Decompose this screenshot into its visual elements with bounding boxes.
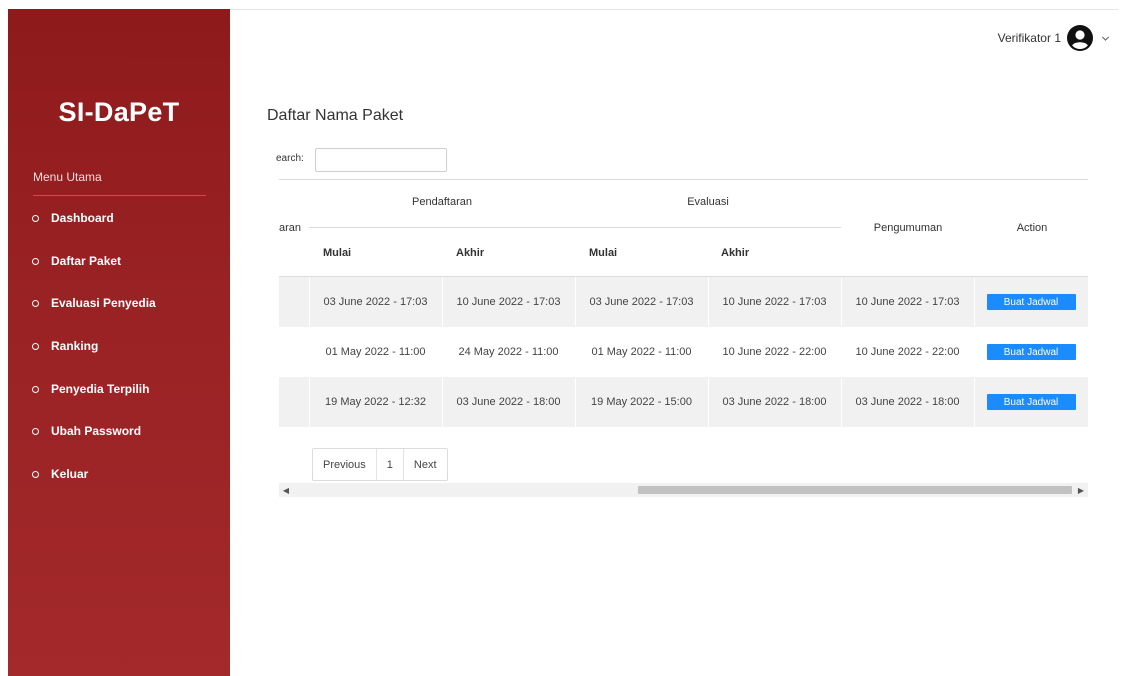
- topbar-border: [230, 9, 1118, 10]
- cell-pendaftaran-akhir: 24 May 2022 - 11:00: [458, 346, 559, 358]
- column-divider: [841, 277, 842, 327]
- circle-bullet-icon: [32, 257, 39, 265]
- cell-evaluasi-akhir: 10 June 2022 - 22:00: [722, 346, 827, 358]
- cell-pengumuman: 10 June 2022 - 17:03: [855, 296, 960, 308]
- column-header-pendaftaran-mulai[interactable]: Mulai: [323, 247, 351, 259]
- column-header-pendaftaran-akhir[interactable]: Akhir: [456, 247, 484, 259]
- user-circle-icon: [1067, 25, 1093, 51]
- table-row: 01 May 2022 - 11:00 24 May 2022 - 11:00 …: [279, 327, 1088, 377]
- column-divider: [575, 377, 576, 427]
- search-label: earch:: [276, 153, 304, 164]
- circle-bullet-icon: [32, 299, 39, 307]
- circle-bullet-icon: [32, 214, 39, 222]
- user-menu[interactable]: Verifikator 1: [998, 24, 1110, 52]
- sidebar-item-label: Dashboard: [51, 211, 114, 225]
- scroll-left-icon[interactable]: ◀: [279, 483, 293, 497]
- next-page-button[interactable]: Next: [402, 449, 447, 480]
- circle-bullet-icon: [32, 427, 39, 435]
- cell-evaluasi-akhir: 03 June 2022 - 18:00: [722, 396, 827, 408]
- column-divider: [841, 377, 842, 427]
- table-top-border: [279, 179, 1088, 180]
- page-title: Daftar Nama Paket: [267, 107, 404, 124]
- table-row: 03 June 2022 - 17:03 10 June 2022 - 17:0…: [279, 277, 1088, 327]
- column-divider: [974, 277, 975, 327]
- column-divider: [974, 377, 975, 427]
- column-divider: [442, 277, 443, 327]
- scroll-right-icon[interactable]: ▶: [1074, 483, 1088, 497]
- cell-action: Buat Jadwal: [974, 377, 1088, 427]
- cell-pengumuman: 03 June 2022 - 18:00: [855, 396, 960, 408]
- column-divider: [575, 277, 576, 327]
- sidebar-item-label: Evaluasi Penyedia: [51, 296, 156, 310]
- cell-pendaftaran-mulai: 01 May 2022 - 11:00: [325, 346, 426, 358]
- scrollbar-thumb[interactable]: [638, 486, 1072, 494]
- cell-pendaftaran-akhir: 10 June 2022 - 17:03: [456, 296, 561, 308]
- cell-pendaftaran-akhir: 03 June 2022 - 18:00: [456, 396, 561, 408]
- buat-jadwal-button[interactable]: Buat Jadwal: [986, 394, 1076, 410]
- column-header-evaluasi-mulai[interactable]: Mulai: [589, 247, 617, 259]
- page-1-button[interactable]: 1: [375, 449, 403, 480]
- buat-jadwal-button[interactable]: Buat Jadwal: [986, 344, 1076, 360]
- brand-logo: SI-DaPeT: [58, 97, 180, 127]
- sidebar-item-keluar[interactable]: Keluar: [32, 463, 88, 485]
- sidebar-item-penyedia-terpilih[interactable]: Penyedia Terpilih: [32, 378, 149, 400]
- chevron-down-icon: [1101, 36, 1110, 41]
- sidebar-item-label: Ranking: [51, 339, 99, 353]
- sidebar-item-label: Daftar Paket: [51, 254, 122, 268]
- column-divider: [309, 277, 310, 327]
- sidebar-item-daftar-paket[interactable]: Daftar Paket: [32, 250, 121, 272]
- table-row: 19 May 2022 - 12:32 03 June 2022 - 18:00…: [279, 377, 1088, 427]
- pagination: Previous 1 Next: [312, 448, 448, 481]
- sidebar-item-evaluasi-penyedia[interactable]: Evaluasi Penyedia: [32, 292, 156, 314]
- sidebar-item-label: Penyedia Terpilih: [51, 382, 150, 396]
- cell-action: Buat Jadwal: [974, 327, 1088, 377]
- circle-bullet-icon: [32, 342, 39, 350]
- column-divider: [442, 377, 443, 427]
- sidebar-item-ubah-password[interactable]: Ubah Password: [32, 420, 141, 442]
- cell-evaluasi-mulai: 01 May 2022 - 11:00: [591, 346, 692, 358]
- search-input[interactable]: [315, 148, 447, 172]
- cell-pendaftaran-mulai: 19 May 2022 - 12:32: [325, 396, 426, 408]
- horizontal-scrollbar[interactable]: ◀ ▶: [279, 483, 1088, 497]
- circle-bullet-icon: [32, 470, 39, 478]
- cell-evaluasi-mulai: 03 June 2022 - 17:03: [589, 296, 694, 308]
- column-header-cut: aran: [279, 222, 302, 234]
- sidebar-item-dashboard[interactable]: Dashboard: [32, 207, 114, 229]
- cell-evaluasi-mulai: 19 May 2022 - 15:00: [591, 396, 692, 408]
- menu-divider: [33, 195, 206, 196]
- column-header-evaluasi-akhir[interactable]: Akhir: [721, 247, 749, 259]
- sidebar: SI-DaPeT Menu Utama Dashboard Daftar Pak…: [8, 9, 230, 676]
- column-divider: [708, 277, 709, 327]
- previous-page-button[interactable]: Previous: [313, 449, 376, 480]
- cell-action: Buat Jadwal: [974, 277, 1088, 327]
- circle-bullet-icon: [32, 385, 39, 393]
- buat-jadwal-button[interactable]: Buat Jadwal: [986, 294, 1076, 310]
- menu-heading: Menu Utama: [33, 170, 102, 184]
- sidebar-item-ranking[interactable]: Ranking: [32, 335, 98, 357]
- column-divider: [309, 377, 310, 427]
- cell-pengumuman: 10 June 2022 - 22:00: [855, 346, 960, 358]
- column-divider: [708, 377, 709, 427]
- user-name: Verifikator 1: [997, 31, 1061, 45]
- sidebar-item-label: Ubah Password: [51, 424, 142, 438]
- sidebar-item-label: Keluar: [51, 467, 89, 481]
- cell-pendaftaran-mulai: 03 June 2022 - 17:03: [323, 296, 428, 308]
- package-table: aran Pendaftaran Evaluasi Mulai Akhir Mu…: [279, 179, 1088, 427]
- cell-evaluasi-akhir: 10 June 2022 - 17:03: [722, 296, 827, 308]
- group-header-divider: [309, 227, 841, 228]
